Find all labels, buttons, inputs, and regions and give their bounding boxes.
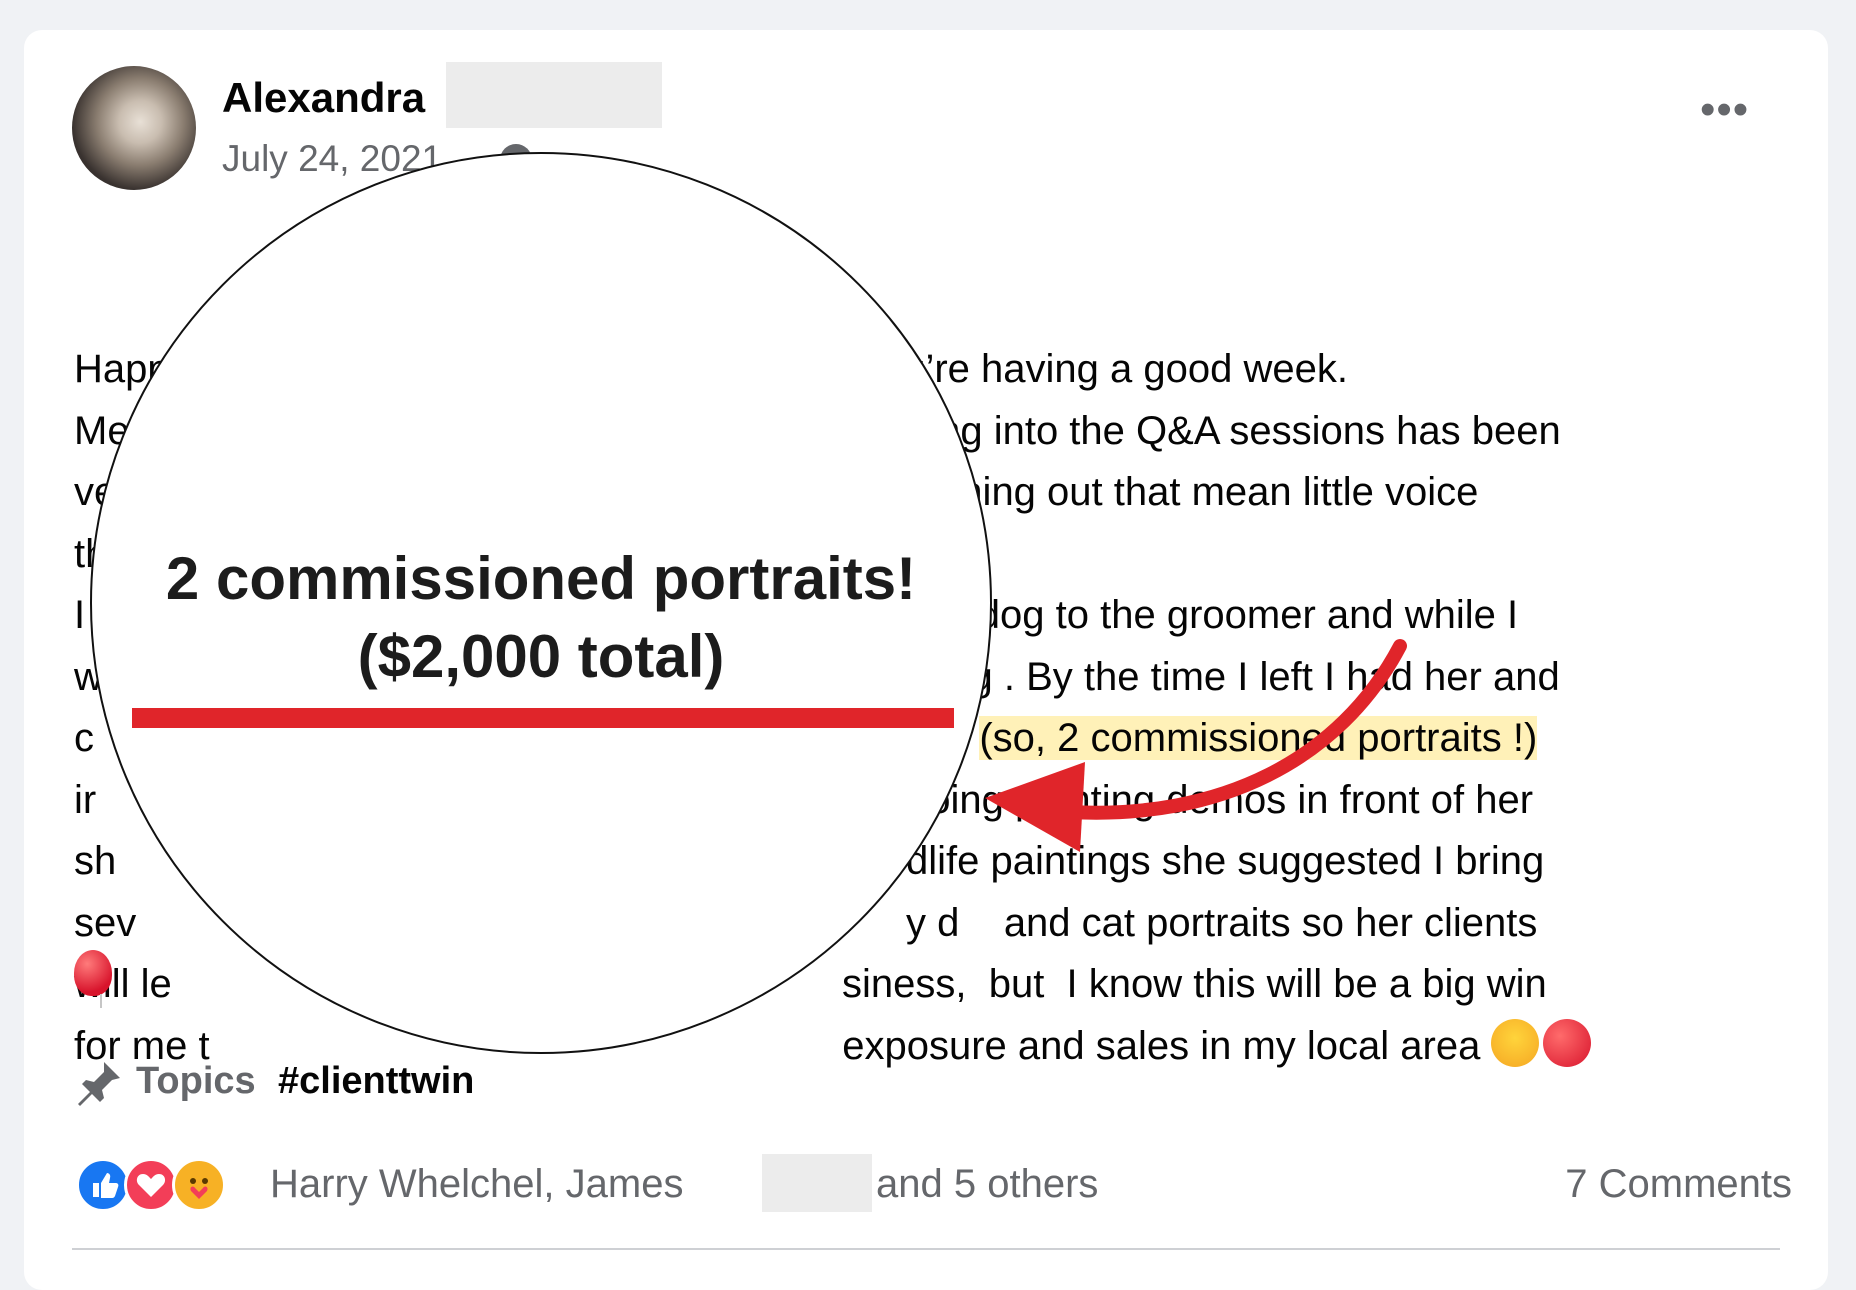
callout-text: 2 commissioned portraits! ($2,000 total) — [90, 540, 992, 696]
redacted-surname — [446, 62, 662, 128]
red-heart-icon — [1543, 1018, 1592, 1067]
post-line-right: exposure and sales in my local area — [820, 1016, 1592, 1078]
reaction-names[interactable]: Harry Whelchel, James — [270, 1162, 683, 1207]
post-line-left: c — [74, 716, 94, 760]
like-icon — [76, 1158, 130, 1212]
topic-tag[interactable]: #clienttwin — [278, 1060, 474, 1103]
post-line-right: siness, but I know this will be a big wi… — [842, 962, 1547, 1006]
more-options-icon[interactable]: ••• — [1700, 88, 1749, 132]
post-line-right: its ! (so, 2 commissioned portraits !) — [906, 708, 1538, 770]
hugging-face-icon — [1491, 1018, 1540, 1067]
comments-count[interactable]: 7 Comments — [1565, 1162, 1792, 1207]
reaction-icons[interactable] — [76, 1158, 246, 1214]
reaction-others[interactable]: and 5 others — [876, 1162, 1098, 1207]
balloon-string — [100, 994, 102, 1008]
callout-underline — [132, 708, 954, 728]
post-line-right: y d and cat portraits so her clients — [906, 900, 1538, 945]
author-name[interactable]: Alexandra — [222, 74, 425, 122]
post-line-right: nting . By the time I left I had her and — [906, 654, 1560, 699]
highlighted-text: (so, 2 commissioned portraits !) — [979, 716, 1538, 760]
post-line-right: doing painting demos in front of her — [906, 777, 1534, 822]
post-line-right: dlife paintings she suggested I bring — [906, 839, 1545, 883]
topics-label: Topics — [136, 1060, 256, 1102]
care-icon — [172, 1158, 226, 1212]
balloon-icon — [74, 950, 112, 996]
post-line-left: sh — [74, 839, 117, 883]
callout-line-1: 2 commissioned portraits! — [165, 545, 917, 612]
callout-line-2: ($2,000 total) — [357, 623, 725, 690]
author-avatar[interactable] — [72, 66, 196, 190]
redacted-name — [762, 1154, 872, 1212]
post-line-left: ir — [74, 777, 97, 822]
divider — [72, 1248, 1780, 1250]
pin-icon — [78, 1062, 120, 1106]
love-icon — [124, 1158, 178, 1212]
post-line-left: sev — [74, 900, 137, 945]
